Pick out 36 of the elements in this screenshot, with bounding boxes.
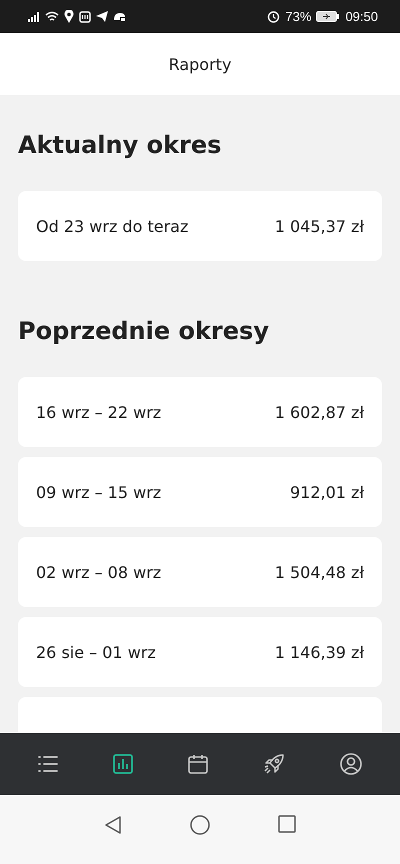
wifi-icon: [45, 11, 59, 22]
period-label: Od 23 wrz do teraz: [36, 216, 188, 236]
period-card[interactable]: 09 wrz – 15 wrz 912,01 zł: [18, 457, 382, 527]
app-icon: [79, 10, 91, 22]
page-title: Raporty: [168, 54, 232, 74]
period-card[interactable]: 02 wrz – 08 wrz 1 504,48 zł: [18, 537, 382, 607]
back-icon[interactable]: [104, 815, 122, 835]
period-label: 16 wrz – 22 wrz: [36, 402, 162, 422]
battery-percent: 73%: [285, 9, 312, 24]
period-amount: 1 146,39 zł: [274, 642, 364, 662]
period-label: 02 wrz – 08 wrz: [36, 562, 162, 582]
location-icon: [64, 10, 74, 23]
clock: 09:50: [345, 9, 378, 24]
period-amount: 1 602,87 zł: [274, 402, 364, 422]
rocket-icon: [263, 753, 286, 775]
home-icon[interactable]: [190, 815, 210, 835]
period-amount: 912,01 zł: [290, 482, 364, 502]
game-icon: [113, 11, 126, 22]
period-card[interactable]: Od 23 wrz do teraz 1 045,37 zł: [18, 191, 382, 261]
period-amount: 1 504,48 zł: [274, 562, 364, 582]
battery-icon: [316, 11, 340, 22]
period-card[interactable]: 16 wrz – 22 wrz 1 602,87 zł: [18, 377, 382, 447]
period-label: 09 wrz – 15 wrz: [36, 482, 162, 502]
signal-icon: [28, 12, 40, 22]
profile-icon: [340, 753, 362, 775]
section-title: Poprzednie okresy: [18, 317, 270, 345]
recents-icon[interactable]: [278, 815, 296, 833]
alarm-icon: [267, 10, 280, 23]
calendar-icon: [188, 754, 208, 774]
list-icon: [38, 755, 58, 773]
period-card[interactable]: 26 sie – 01 wrz 1 146,39 zł: [18, 617, 382, 687]
send-icon: [96, 11, 108, 22]
bar-chart-icon: [112, 754, 133, 774]
period-amount: 1 045,37 zł: [274, 216, 364, 236]
section-title: Aktualny okres: [18, 131, 222, 159]
period-label: 26 sie – 01 wrz: [36, 642, 156, 662]
